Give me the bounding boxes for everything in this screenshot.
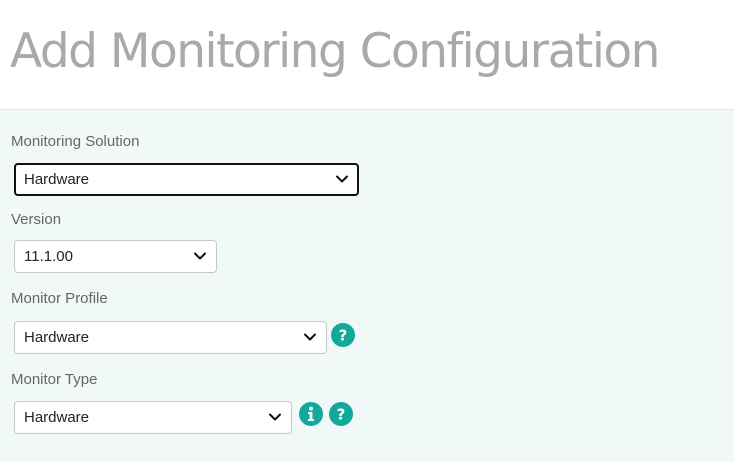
version-select[interactable]: 11.1.00 xyxy=(14,240,217,273)
help-icon: ? xyxy=(337,406,346,424)
info-icon xyxy=(308,406,314,421)
svg-text:?: ? xyxy=(337,406,346,424)
monitor-type-info-icon[interactable] xyxy=(299,402,323,426)
monitoring-solution-label: Monitoring Solution xyxy=(11,133,140,150)
monitor-type-label: Monitor Type xyxy=(11,371,98,388)
page-header: Add Monitoring Configuration xyxy=(0,0,734,110)
version-value: 11.1.00 xyxy=(24,248,73,265)
page-title: Add Monitoring Configuration xyxy=(10,24,660,79)
monitor-profile-select[interactable]: Hardware xyxy=(14,321,327,354)
monitor-profile-label: Monitor Profile xyxy=(11,290,108,307)
svg-text:?: ? xyxy=(339,327,348,345)
help-icon: ? xyxy=(339,327,348,345)
chevron-down-icon xyxy=(304,333,316,341)
monitor-type-value: Hardware xyxy=(24,409,90,426)
monitor-type-help-icon[interactable]: ? xyxy=(329,402,353,426)
monitor-profile-help-icon[interactable]: ? xyxy=(331,323,355,347)
configuration-form: Monitoring Solution Hardware Version 11.… xyxy=(0,110,734,462)
monitor-profile-value: Hardware xyxy=(24,329,90,346)
chevron-down-icon xyxy=(269,413,281,421)
chevron-down-icon xyxy=(194,252,206,260)
monitoring-solution-select[interactable]: Hardware xyxy=(14,163,359,196)
version-label: Version xyxy=(11,211,62,228)
monitoring-solution-value: Hardware xyxy=(24,171,90,188)
chevron-down-icon xyxy=(336,175,348,183)
monitor-type-select[interactable]: Hardware xyxy=(14,401,292,434)
